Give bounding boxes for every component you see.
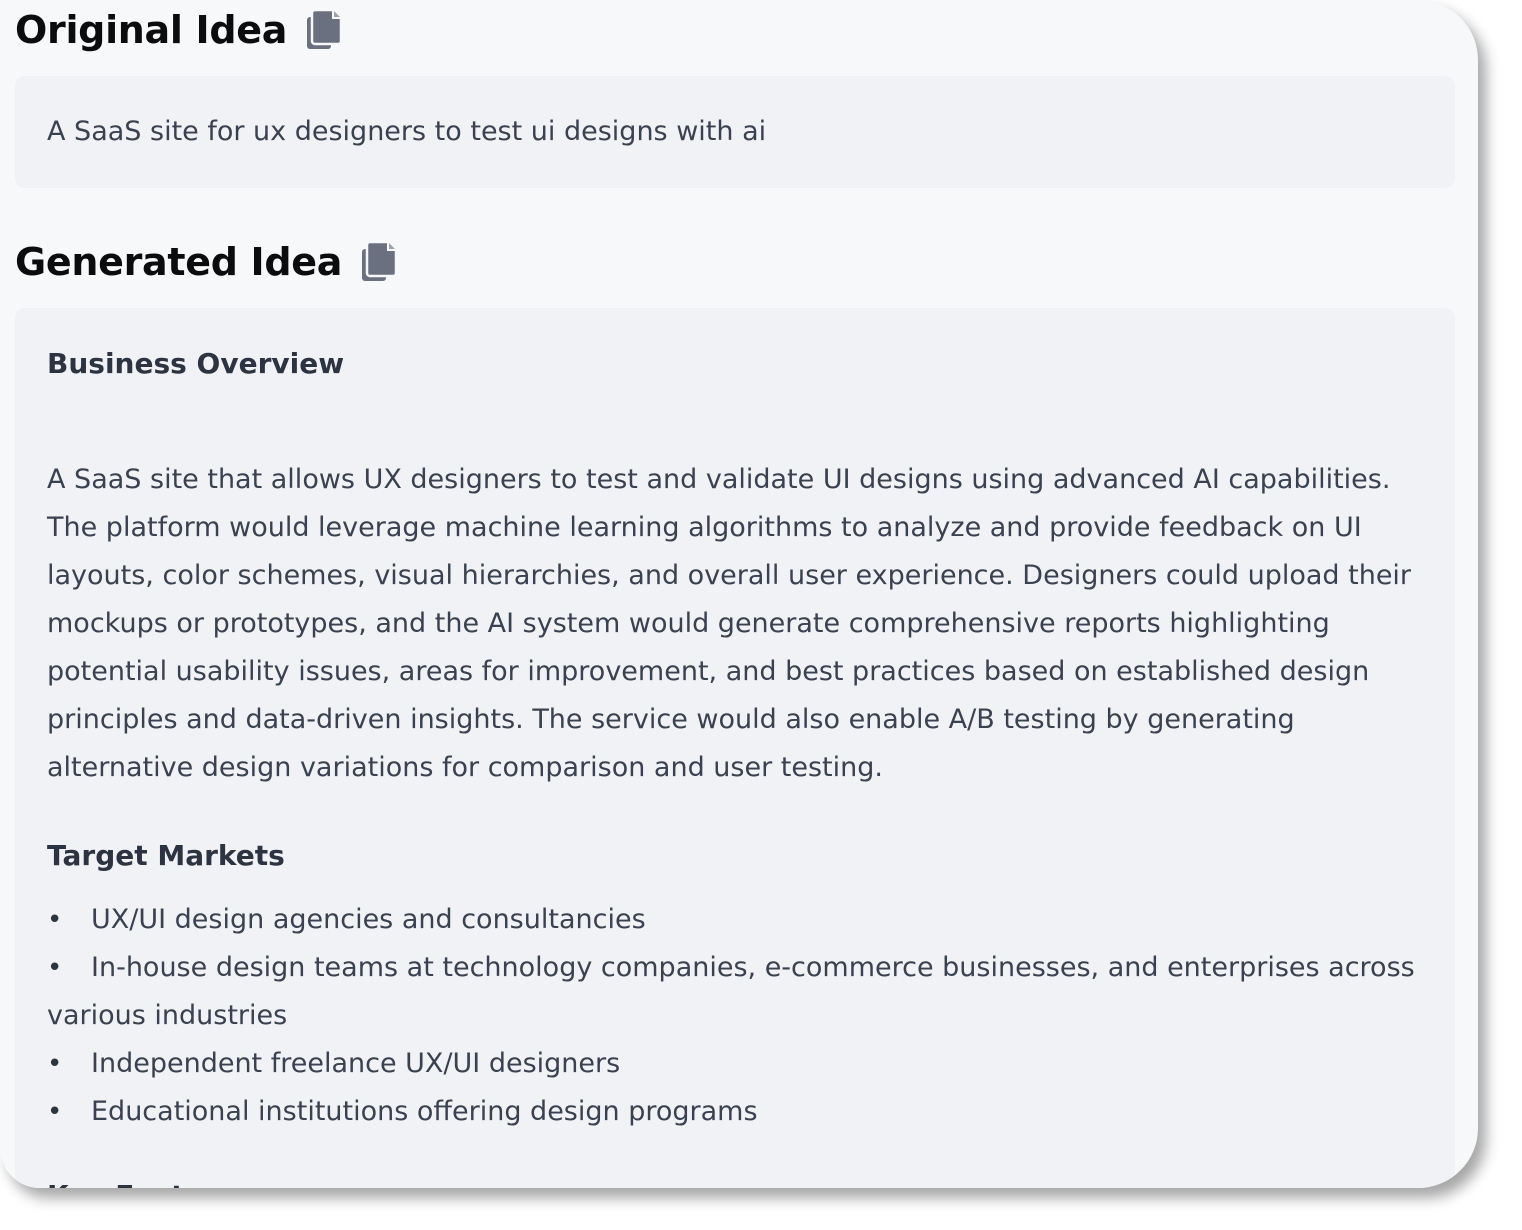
copy-icon[interactable] [305,8,345,52]
original-idea-text: A SaaS site for ux designers to test ui … [47,116,767,147]
generated-idea-heading: Generated Idea [15,240,400,284]
bullet-icon: • [47,1097,63,1127]
business-overview-heading: Business Overview [47,347,345,380]
key-features-heading: Key Features [47,1176,1423,1188]
list-item: • Educational institutions offering desig… [47,1088,1423,1136]
original-idea-heading: Original Idea [15,8,345,52]
bullet-icon: • [47,953,63,983]
original-idea-card: A SaaS site for ux designers to test ui … [15,76,1455,188]
target-markets-heading: Target Markets [47,839,285,872]
idea-panel: Original Idea A SaaS site for ux designe… [0,0,1478,1188]
bullet-icon: • [47,905,63,935]
list-item: • Independent freelance UX/UI designers [47,1040,1423,1088]
business-overview-text: A SaaS site that allows UX designers to … [47,464,1412,783]
copy-icon[interactable] [360,240,400,284]
original-idea-title: Original Idea [15,8,288,52]
target-markets-list: • UX/UI design agencies and consultancies… [47,896,1423,1136]
list-item: • In-house design teams at technology com… [47,944,1423,1040]
bullet-icon: • [47,1049,63,1079]
generated-idea-card: Business Overview A SaaS site that allow… [15,308,1455,1188]
generated-idea-title: Generated Idea [15,240,343,284]
list-item: • UX/UI design agencies and consultancies [47,896,1423,944]
